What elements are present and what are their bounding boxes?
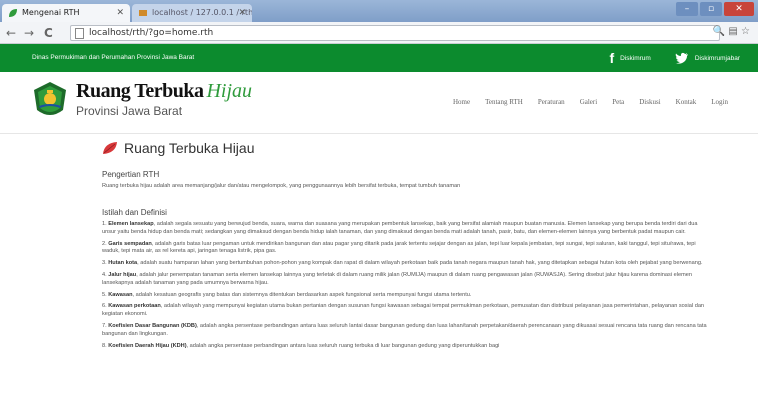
section-pengertian: Pengertian RTH Ruang terbuka hijau adala…	[102, 170, 712, 190]
definition-item: 3. Hutan kota, adalah suatu hamparan lah…	[102, 260, 703, 267]
section-istilah: Istilah dan Definisi 1. Elemen lansekap,…	[102, 208, 712, 350]
definition-item: 4. Jalur hijau, adalah jalur penempatan …	[102, 271, 692, 286]
definition-item: 8. Koefisien Daerah Hijau (KDH), adalah …	[102, 342, 500, 349]
social-links: f Diskimrum Diskimrumjabar	[609, 44, 740, 72]
definition-item: 7. Koefisien Dasar Bangunan (KDB), adala…	[102, 322, 707, 337]
browser-toolbar: ← → C localhost/rth/?go=home.rth 🔍 ▤ ☆	[0, 22, 758, 44]
twitter-icon[interactable]	[675, 52, 689, 64]
browser-tab-inactive[interactable]: localhost / 127.0.0.1 / rth ✕	[132, 4, 252, 22]
browser-tab-title: Mengenai RTH	[22, 8, 80, 17]
page-title-row: Ruang Terbuka Hijau	[102, 140, 712, 156]
favicon-leaf-icon	[9, 9, 17, 17]
facebook-link[interactable]: Diskimrum	[620, 55, 651, 62]
back-arrow-icon[interactable]: ←	[6, 25, 16, 41]
definition-item: 6. Kawasan perkotaan, adalah wilayah yan…	[102, 303, 705, 318]
main-nav: Home Tentang RTH Peraturan Galeri Peta D…	[453, 98, 728, 106]
site-brand[interactable]: Ruang Terbuka Hijau Provinsi Jawa Barat	[76, 80, 253, 118]
address-bar[interactable]: localhost/rth/?go=home.rth	[70, 25, 720, 41]
nav-galeri[interactable]: Galeri	[580, 98, 598, 106]
section-heading-pengertian: Pengertian RTH	[102, 170, 160, 179]
nav-tentang-rth[interactable]: Tentang RTH	[485, 98, 523, 106]
main-content: Ruang Terbuka Hijau Pengertian RTH Ruang…	[102, 140, 712, 354]
section-heading-istilah: Istilah dan Definisi	[102, 208, 167, 217]
page-icon	[75, 28, 84, 39]
nav-kontak[interactable]: Kontak	[676, 98, 697, 106]
definition-item: 2. Garis sempadan, adalah garis batas lu…	[102, 240, 696, 255]
site-header: Ruang Terbuka Hijau Provinsi Jawa Barat H…	[0, 72, 758, 134]
nav-peraturan[interactable]: Peraturan	[538, 98, 565, 106]
address-bar-url: localhost/rth/?go=home.rth	[89, 28, 214, 38]
page-title: Ruang Terbuka Hijau	[124, 140, 255, 156]
brand-title: Ruang Terbuka	[76, 80, 204, 102]
tab-close-icon[interactable]: ✕	[116, 4, 124, 22]
toolbar-zoom-star-icons[interactable]: 🔍 ▤ ☆	[713, 26, 750, 37]
definition-item: 1. Elemen lansekap, adalah segala sesuat…	[102, 221, 698, 235]
close-window-button[interactable]: ✕	[724, 2, 754, 16]
definition-list: 1. Elemen lansekap, adalah segala sesuat…	[102, 221, 712, 350]
minimize-button[interactable]: –	[676, 2, 698, 16]
maximize-button[interactable]: ▫	[700, 2, 722, 16]
reload-icon[interactable]: C	[44, 25, 53, 41]
nav-peta[interactable]: Peta	[612, 98, 624, 106]
nav-diskusi[interactable]: Diskusi	[639, 98, 660, 106]
browser-tab-title-2: localhost / 127.0.0.1 / rth	[152, 8, 252, 17]
browser-tab-active[interactable]: Mengenai RTH ✕	[2, 4, 130, 22]
facebook-icon[interactable]: f	[609, 50, 614, 66]
section-text-pengertian: Ruang terbuka hijau adalah area memanjan…	[102, 183, 461, 189]
brand-subtitle: Provinsi Jawa Barat	[76, 104, 183, 118]
definition-item: 5. Kawasan, adalah kesatuan geografis ya…	[102, 291, 472, 298]
jawa-barat-logo-icon[interactable]	[30, 80, 70, 120]
twitter-link[interactable]: Diskimrumjabar	[695, 55, 740, 62]
forward-arrow-icon[interactable]: →	[24, 25, 34, 41]
site-topbar: Dinas Permukiman dan Perumahan Provinsi …	[0, 44, 758, 72]
nav-home[interactable]: Home	[453, 98, 470, 106]
browser-tab-bar: Mengenai RTH ✕ localhost / 127.0.0.1 / r…	[0, 0, 758, 22]
tab-close-icon-2[interactable]: ✕	[238, 4, 246, 22]
leaf-icon	[103, 142, 117, 154]
nav-login[interactable]: Login	[711, 98, 728, 106]
window-controls: – ▫ ✕	[676, 2, 754, 16]
brand-title-accent: Hijau	[206, 80, 253, 102]
favicon-db-icon	[139, 10, 147, 16]
agency-name: Dinas Permukiman dan Perumahan Provinsi …	[32, 54, 195, 61]
